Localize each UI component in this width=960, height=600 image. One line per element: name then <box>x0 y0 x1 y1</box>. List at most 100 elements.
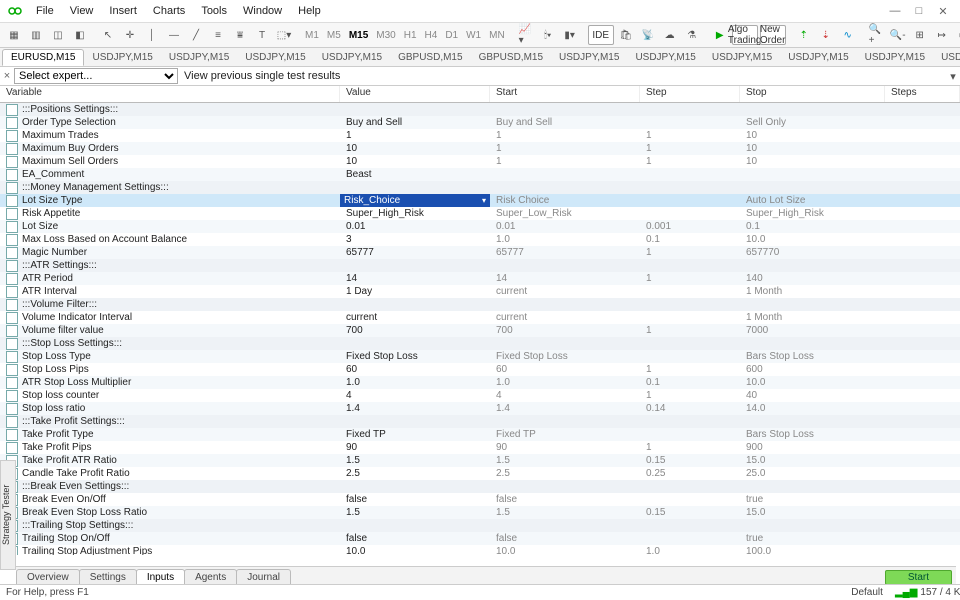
text-icon[interactable]: T <box>252 26 272 44</box>
value-cell[interactable]: 90 <box>340 442 490 453</box>
menu-view[interactable]: View <box>62 3 102 19</box>
step-cell[interactable]: 1.0 <box>640 546 740 555</box>
param-row[interactable]: EA_Comment Beast <box>0 168 960 181</box>
start-cell[interactable]: current <box>490 286 640 297</box>
row-checkbox[interactable] <box>6 221 18 233</box>
close-button[interactable]: ✕ <box>934 5 952 18</box>
step-cell[interactable]: 1 <box>640 390 740 401</box>
step-cell[interactable]: 0.14 <box>640 403 740 414</box>
equi-icon[interactable]: ≡ <box>208 26 228 44</box>
start-cell[interactable]: 1 <box>490 130 640 141</box>
row-checkbox[interactable] <box>6 351 18 363</box>
start-cell[interactable]: 1.0 <box>490 234 640 245</box>
step-cell[interactable]: 0.15 <box>640 507 740 518</box>
stop-cell[interactable]: Auto Lot Size <box>740 195 885 206</box>
value-cell[interactable]: false <box>340 494 490 505</box>
col-step[interactable]: Step <box>640 86 740 102</box>
row-checkbox[interactable] <box>6 130 18 142</box>
param-row[interactable]: ATR Period 14 14 1 140 <box>0 272 960 285</box>
timeframe-D1[interactable]: D1 <box>442 29 461 42</box>
start-cell[interactable]: 2.5 <box>490 468 640 479</box>
start-cell[interactable]: Super_Low_Risk <box>490 208 640 219</box>
param-row[interactable]: Take Profit ATR Ratio 1.5 1.5 0.15 15.0 <box>0 454 960 467</box>
menu-tools[interactable]: Tools <box>193 3 235 19</box>
value-cell[interactable]: 700 <box>340 325 490 336</box>
algo-trading-button[interactable]: Algo Trading <box>732 25 758 45</box>
objects-icon[interactable]: ⬚▾ <box>274 26 294 44</box>
value-cell[interactable]: 4 <box>340 390 490 401</box>
stop-cell[interactable]: 657770 <box>740 247 885 258</box>
fibo-icon[interactable]: ⩸ <box>230 26 250 44</box>
symbol-tab[interactable]: GBPUSD,M15 <box>390 50 470 65</box>
start-button[interactable]: Start <box>885 570 952 585</box>
stop-cell[interactable]: 10 <box>740 156 885 167</box>
row-checkbox[interactable] <box>6 299 18 311</box>
param-row[interactable]: Lot Size 0.01 0.01 0.001 0.1 <box>0 220 960 233</box>
value-cell[interactable]: 10 <box>340 156 490 167</box>
tester-tab-inputs[interactable]: Inputs <box>136 569 185 585</box>
param-row[interactable]: Stop loss counter 4 4 1 40 <box>0 389 960 402</box>
symbol-tab[interactable]: USDJPY,M15 <box>551 50 627 65</box>
stop-cell[interactable]: 600 <box>740 364 885 375</box>
stop-cell[interactable]: 14.0 <box>740 403 885 414</box>
ide-button[interactable]: IDE <box>588 25 614 45</box>
col-variable[interactable]: Variable <box>0 86 340 102</box>
param-row[interactable]: Stop Loss Pips 60 60 1 600 <box>0 363 960 376</box>
symbol-tab[interactable]: GBPUSD,M15 <box>471 50 551 65</box>
stop-cell[interactable]: true <box>740 494 885 505</box>
row-checkbox[interactable] <box>6 325 18 337</box>
menu-help[interactable]: Help <box>290 3 329 19</box>
start-cell[interactable]: 4 <box>490 390 640 401</box>
timeframe-H1[interactable]: H1 <box>401 29 420 42</box>
value-cell[interactable]: 1 <box>340 130 490 141</box>
value-cell[interactable]: 10.0 <box>340 546 490 555</box>
start-cell[interactable]: current <box>490 312 640 323</box>
col-stop[interactable]: Stop <box>740 86 885 102</box>
value-cell[interactable]: Fixed TP <box>340 429 490 440</box>
param-row[interactable]: Magic Number 65777 65777 1 657770 <box>0 246 960 259</box>
start-cell[interactable]: 65777 <box>490 247 640 258</box>
col-value[interactable]: Value <box>340 86 490 102</box>
value-cell[interactable]: 1.5 <box>340 455 490 466</box>
stop-cell[interactable]: 0.1 <box>740 221 885 232</box>
row-checkbox[interactable] <box>6 390 18 402</box>
row-checkbox[interactable] <box>6 117 18 129</box>
start-cell[interactable]: Risk Choice <box>490 195 640 206</box>
row-checkbox[interactable] <box>6 247 18 259</box>
start-cell[interactable]: false <box>490 533 640 544</box>
value-cell[interactable]: 60 <box>340 364 490 375</box>
strategy-tester-side-tab[interactable]: Strategy Tester <box>0 460 16 570</box>
value-cell[interactable]: 1.4 <box>340 403 490 414</box>
value-cell[interactable]: Buy and Sell <box>340 117 490 128</box>
timeframe-M5[interactable]: M5 <box>324 29 344 42</box>
start-cell[interactable]: 1.5 <box>490 507 640 518</box>
start-cell[interactable]: 1.0 <box>490 377 640 388</box>
stop-cell[interactable]: Bars Stop Loss <box>740 351 885 362</box>
param-row[interactable]: Take Profit Type Fixed TP Fixed TP Bars … <box>0 428 960 441</box>
timeframe-MN[interactable]: MN <box>486 29 508 42</box>
stop-cell[interactable]: 7000 <box>740 325 885 336</box>
symbol-tab[interactable]: USDJPY,M15 <box>857 50 933 65</box>
bars-icon[interactable]: ▮▾ <box>560 26 580 44</box>
row-checkbox[interactable] <box>6 208 18 220</box>
param-row[interactable]: Trailing Stop Adjustment Pips 10.0 10.0 … <box>0 545 960 555</box>
stop-cell[interactable]: true <box>740 533 885 544</box>
param-row[interactable]: ATR Interval 1 Day current 1 Month <box>0 285 960 298</box>
row-checkbox[interactable] <box>6 273 18 285</box>
symbol-tab[interactable]: EURUSD,M15 <box>2 49 84 66</box>
stop-cell[interactable]: Bars Stop Loss <box>740 429 885 440</box>
row-checkbox[interactable] <box>6 403 18 415</box>
symbol-tab[interactable]: USDJPY,M15 <box>780 50 856 65</box>
step-cell[interactable]: 0.25 <box>640 468 740 479</box>
signals-icon[interactable]: 📡 <box>638 26 658 44</box>
grid-icon[interactable]: ⊞ <box>910 26 930 44</box>
timeframe-W1[interactable]: W1 <box>463 29 484 42</box>
step-cell[interactable]: 1 <box>640 130 740 141</box>
stop-cell[interactable]: 140 <box>740 273 885 284</box>
param-row[interactable]: Break Even On/Off false false true <box>0 493 960 506</box>
param-row[interactable]: Trailing Stop On/Off false false true <box>0 532 960 545</box>
param-row[interactable]: Candle Take Profit Ratio 2.5 2.5 0.25 25… <box>0 467 960 480</box>
row-checkbox[interactable] <box>6 234 18 246</box>
param-row[interactable]: Maximum Buy Orders 10 1 1 10 <box>0 142 960 155</box>
line-chart-icon[interactable]: 📈▾ <box>516 26 536 44</box>
